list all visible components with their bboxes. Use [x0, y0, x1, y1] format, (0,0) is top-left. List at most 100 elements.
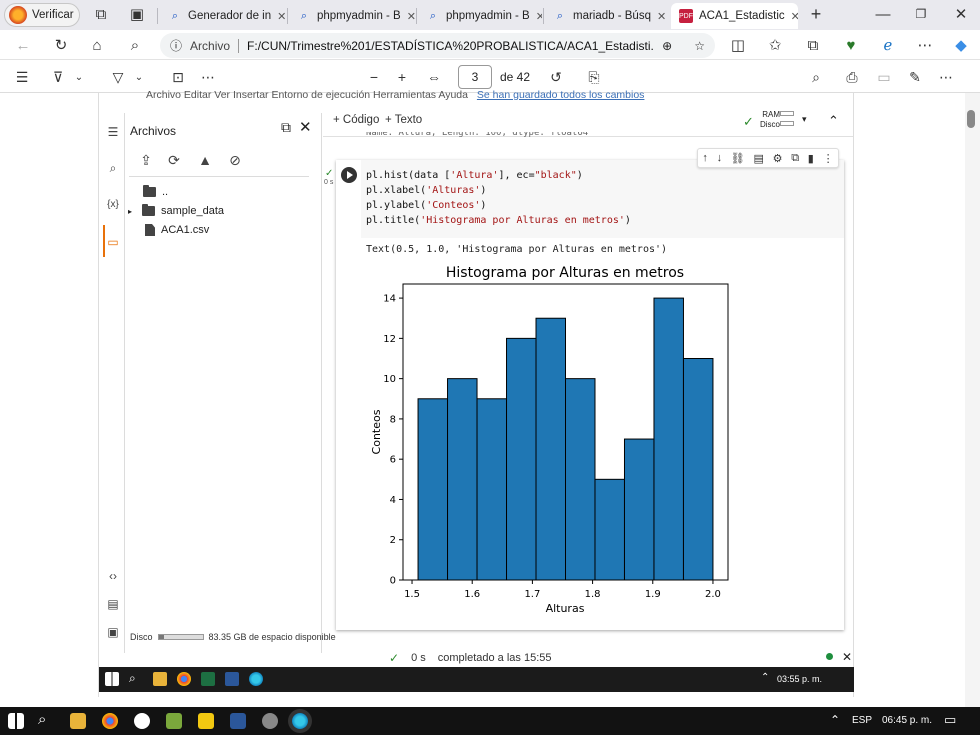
- hide-files-icon[interactable]: ⊘: [226, 151, 244, 169]
- mount-drive-icon[interactable]: ▲: [196, 151, 214, 169]
- code-snippets-icon[interactable]: ‹›: [105, 568, 121, 584]
- edge-icon[interactable]: [292, 713, 308, 729]
- collections-icon[interactable]: ⧉: [802, 35, 824, 55]
- draw-icon[interactable]: ▽: [108, 67, 128, 87]
- file-item-aca1-csv[interactable]: ACA1.csv: [145, 224, 209, 236]
- search-icon[interactable]: ⌕: [38, 711, 54, 728]
- mirror-cell-icon[interactable]: ⧉: [791, 152, 799, 165]
- comment-icon[interactable]: ▤: [753, 152, 763, 165]
- home-icon[interactable]: ⌂: [86, 35, 108, 55]
- toc-icon[interactable]: ☰: [105, 124, 121, 140]
- histogram-bar: [476, 398, 508, 581]
- terminal-icon[interactable]: ▣: [105, 624, 121, 640]
- page-view-icon[interactable]: ⎘: [584, 67, 604, 87]
- windows-start-icon[interactable]: [8, 713, 24, 729]
- extension-icon[interactable]: ℯ: [877, 35, 899, 55]
- settings-gear-icon[interactable]: ⚙: [773, 152, 783, 165]
- close-icon[interactable]: ✕: [299, 118, 312, 136]
- chevron-right-icon[interactable]: ▸: [128, 207, 132, 216]
- favorites-icon[interactable]: ✩: [764, 35, 786, 55]
- back-icon[interactable]: ←: [12, 35, 34, 55]
- close-icon[interactable]: ✕: [791, 10, 798, 23]
- minimize-icon[interactable]: —: [872, 4, 894, 24]
- chevron-down-icon[interactable]: ⌄: [132, 67, 146, 87]
- scrollbar-thumb[interactable]: [967, 110, 975, 128]
- page-number-input[interactable]: 3: [458, 65, 492, 89]
- run-cell-button[interactable]: [341, 167, 357, 183]
- variables-icon[interactable]: {x}: [105, 196, 121, 212]
- resource-monitor[interactable]: RAM Disco: [760, 110, 780, 130]
- print-icon[interactable]: ⎙: [842, 67, 862, 87]
- find-icon[interactable]: ⌕: [806, 67, 826, 87]
- tab-phpmyadmin-1[interactable]: ⌕ phpmyadmin - B ✕: [289, 3, 415, 29]
- chevron-down-icon[interactable]: ▾: [802, 114, 807, 125]
- fit-page-icon[interactable]: ⇔: [424, 67, 444, 87]
- read-aloud-icon[interactable]: ⊡: [168, 67, 188, 87]
- rotate-icon[interactable]: ↺: [546, 67, 566, 87]
- zoom-out-icon[interactable]: −: [364, 67, 384, 87]
- window-close-icon[interactable]: ✕: [950, 4, 972, 24]
- tab-mariadb[interactable]: ⌕ mariadb - Búsq ✕: [545, 3, 669, 29]
- save-as-icon[interactable]: ✎: [905, 67, 925, 87]
- close-icon[interactable]: ✕: [657, 10, 666, 23]
- chevron-down-icon[interactable]: ⌄: [72, 67, 86, 87]
- close-icon[interactable]: ✕: [407, 10, 415, 23]
- paint-icon[interactable]: [262, 713, 278, 729]
- chevron-up-icon[interactable]: ⌃: [830, 713, 840, 727]
- system-clock[interactable]: 06:45 p. m.: [882, 715, 932, 726]
- refresh-folder-icon[interactable]: ⟳: [165, 151, 183, 169]
- close-icon[interactable]: ✕: [536, 10, 542, 23]
- chevron-up-icon[interactable]: ⌃: [828, 113, 839, 129]
- notifications-icon[interactable]: ▭: [944, 712, 956, 728]
- scrollbar[interactable]: [965, 93, 980, 707]
- search-icon[interactable]: ⌕: [105, 160, 121, 176]
- close-icon[interactable]: ✕: [842, 650, 852, 664]
- more-options-icon[interactable]: ⋯: [936, 67, 956, 87]
- info-icon[interactable]: ⓘ: [170, 37, 182, 54]
- vlc-icon[interactable]: [134, 713, 150, 729]
- split-screen-icon[interactable]: ◫: [727, 35, 749, 55]
- more-options-icon[interactable]: ⋯: [914, 35, 936, 55]
- tab-actions-icon[interactable]: ▣: [126, 4, 148, 24]
- delete-icon[interactable]: ▮: [808, 152, 814, 165]
- favorite-star-icon[interactable]: ☆: [694, 39, 705, 53]
- command-palette-icon[interactable]: ▤: [105, 596, 121, 612]
- tab-aca1-pdf[interactable]: PDF ACA1_Estadistic ✕: [671, 3, 798, 29]
- address-bar[interactable]: ⓘ Archivo F:/CUN/Trimestre%201/ESTADÍSTI…: [160, 33, 715, 58]
- add-text-button[interactable]: + Texto: [385, 114, 422, 126]
- chrome-icon[interactable]: [102, 713, 118, 729]
- browser-essentials-icon[interactable]: ♥: [840, 35, 862, 55]
- app-icon[interactable]: [166, 713, 182, 729]
- add-code-button[interactable]: + Código: [333, 114, 379, 126]
- new-tab-icon[interactable]: +: [805, 4, 827, 24]
- restore-icon[interactable]: ❐: [910, 4, 932, 24]
- contents-icon[interactable]: ☰: [12, 67, 32, 87]
- tab-phpmyadmin-2[interactable]: ⌕ phpmyadmin - B ✕: [418, 3, 542, 29]
- search-icon[interactable]: ⌕: [124, 35, 146, 55]
- copilot-icon[interactable]: ◆: [950, 35, 972, 55]
- power-bi-icon[interactable]: [198, 713, 214, 729]
- url-text[interactable]: F:/CUN/Trimestre%201/ESTADÍSTICA%20PROBA…: [247, 39, 654, 53]
- more-icon[interactable]: ⋯: [198, 67, 218, 87]
- close-icon[interactable]: ✕: [277, 10, 286, 23]
- highlight-icon[interactable]: ⊽: [48, 67, 68, 87]
- zoom-icon[interactable]: ⊕: [662, 39, 672, 53]
- file-explorer-icon[interactable]: [70, 713, 86, 729]
- zoom-in-icon[interactable]: +: [392, 67, 412, 87]
- file-item-sample-data[interactable]: ▸ sample_data: [128, 204, 224, 217]
- word-icon[interactable]: [230, 713, 246, 729]
- file-item-parent[interactable]: ..: [143, 185, 168, 198]
- folder-icon[interactable]: ▭: [105, 234, 121, 250]
- save-icon[interactable]: ▭: [874, 67, 894, 87]
- new-window-icon[interactable]: ⧉: [281, 119, 291, 136]
- tab-generador[interactable]: ⌕ Generador de in ✕: [160, 3, 286, 29]
- profile-verify-button[interactable]: Verificar: [4, 3, 80, 27]
- upload-file-icon[interactable]: ⇪: [137, 151, 155, 169]
- move-up-icon[interactable]: ↑: [702, 152, 708, 164]
- link-icon[interactable]: ⛓: [731, 152, 745, 165]
- more-vert-icon[interactable]: ⋮: [823, 152, 834, 165]
- workspaces-icon[interactable]: ⧉: [90, 4, 112, 24]
- language-indicator[interactable]: ESP: [852, 715, 872, 726]
- refresh-icon[interactable]: ↻: [50, 35, 72, 55]
- move-down-icon[interactable]: ↓: [717, 152, 723, 164]
